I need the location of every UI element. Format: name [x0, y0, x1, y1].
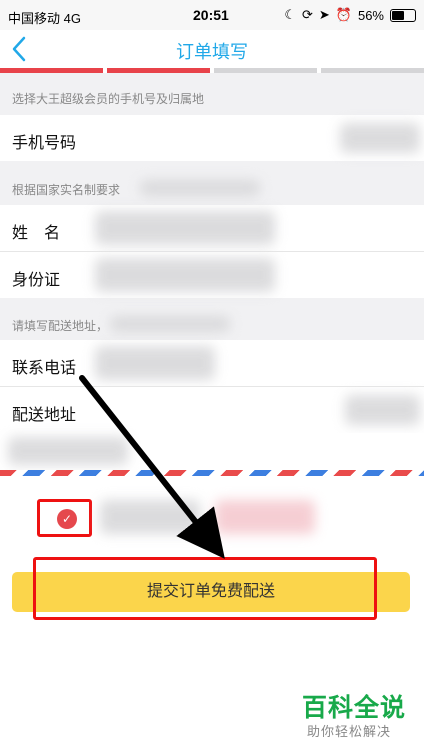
- watermark-title: 百科全说: [302, 694, 407, 722]
- watermark-subtitle: 助你轻松解决: [307, 724, 392, 739]
- pointer-arrow-annotation: [79, 375, 225, 559]
